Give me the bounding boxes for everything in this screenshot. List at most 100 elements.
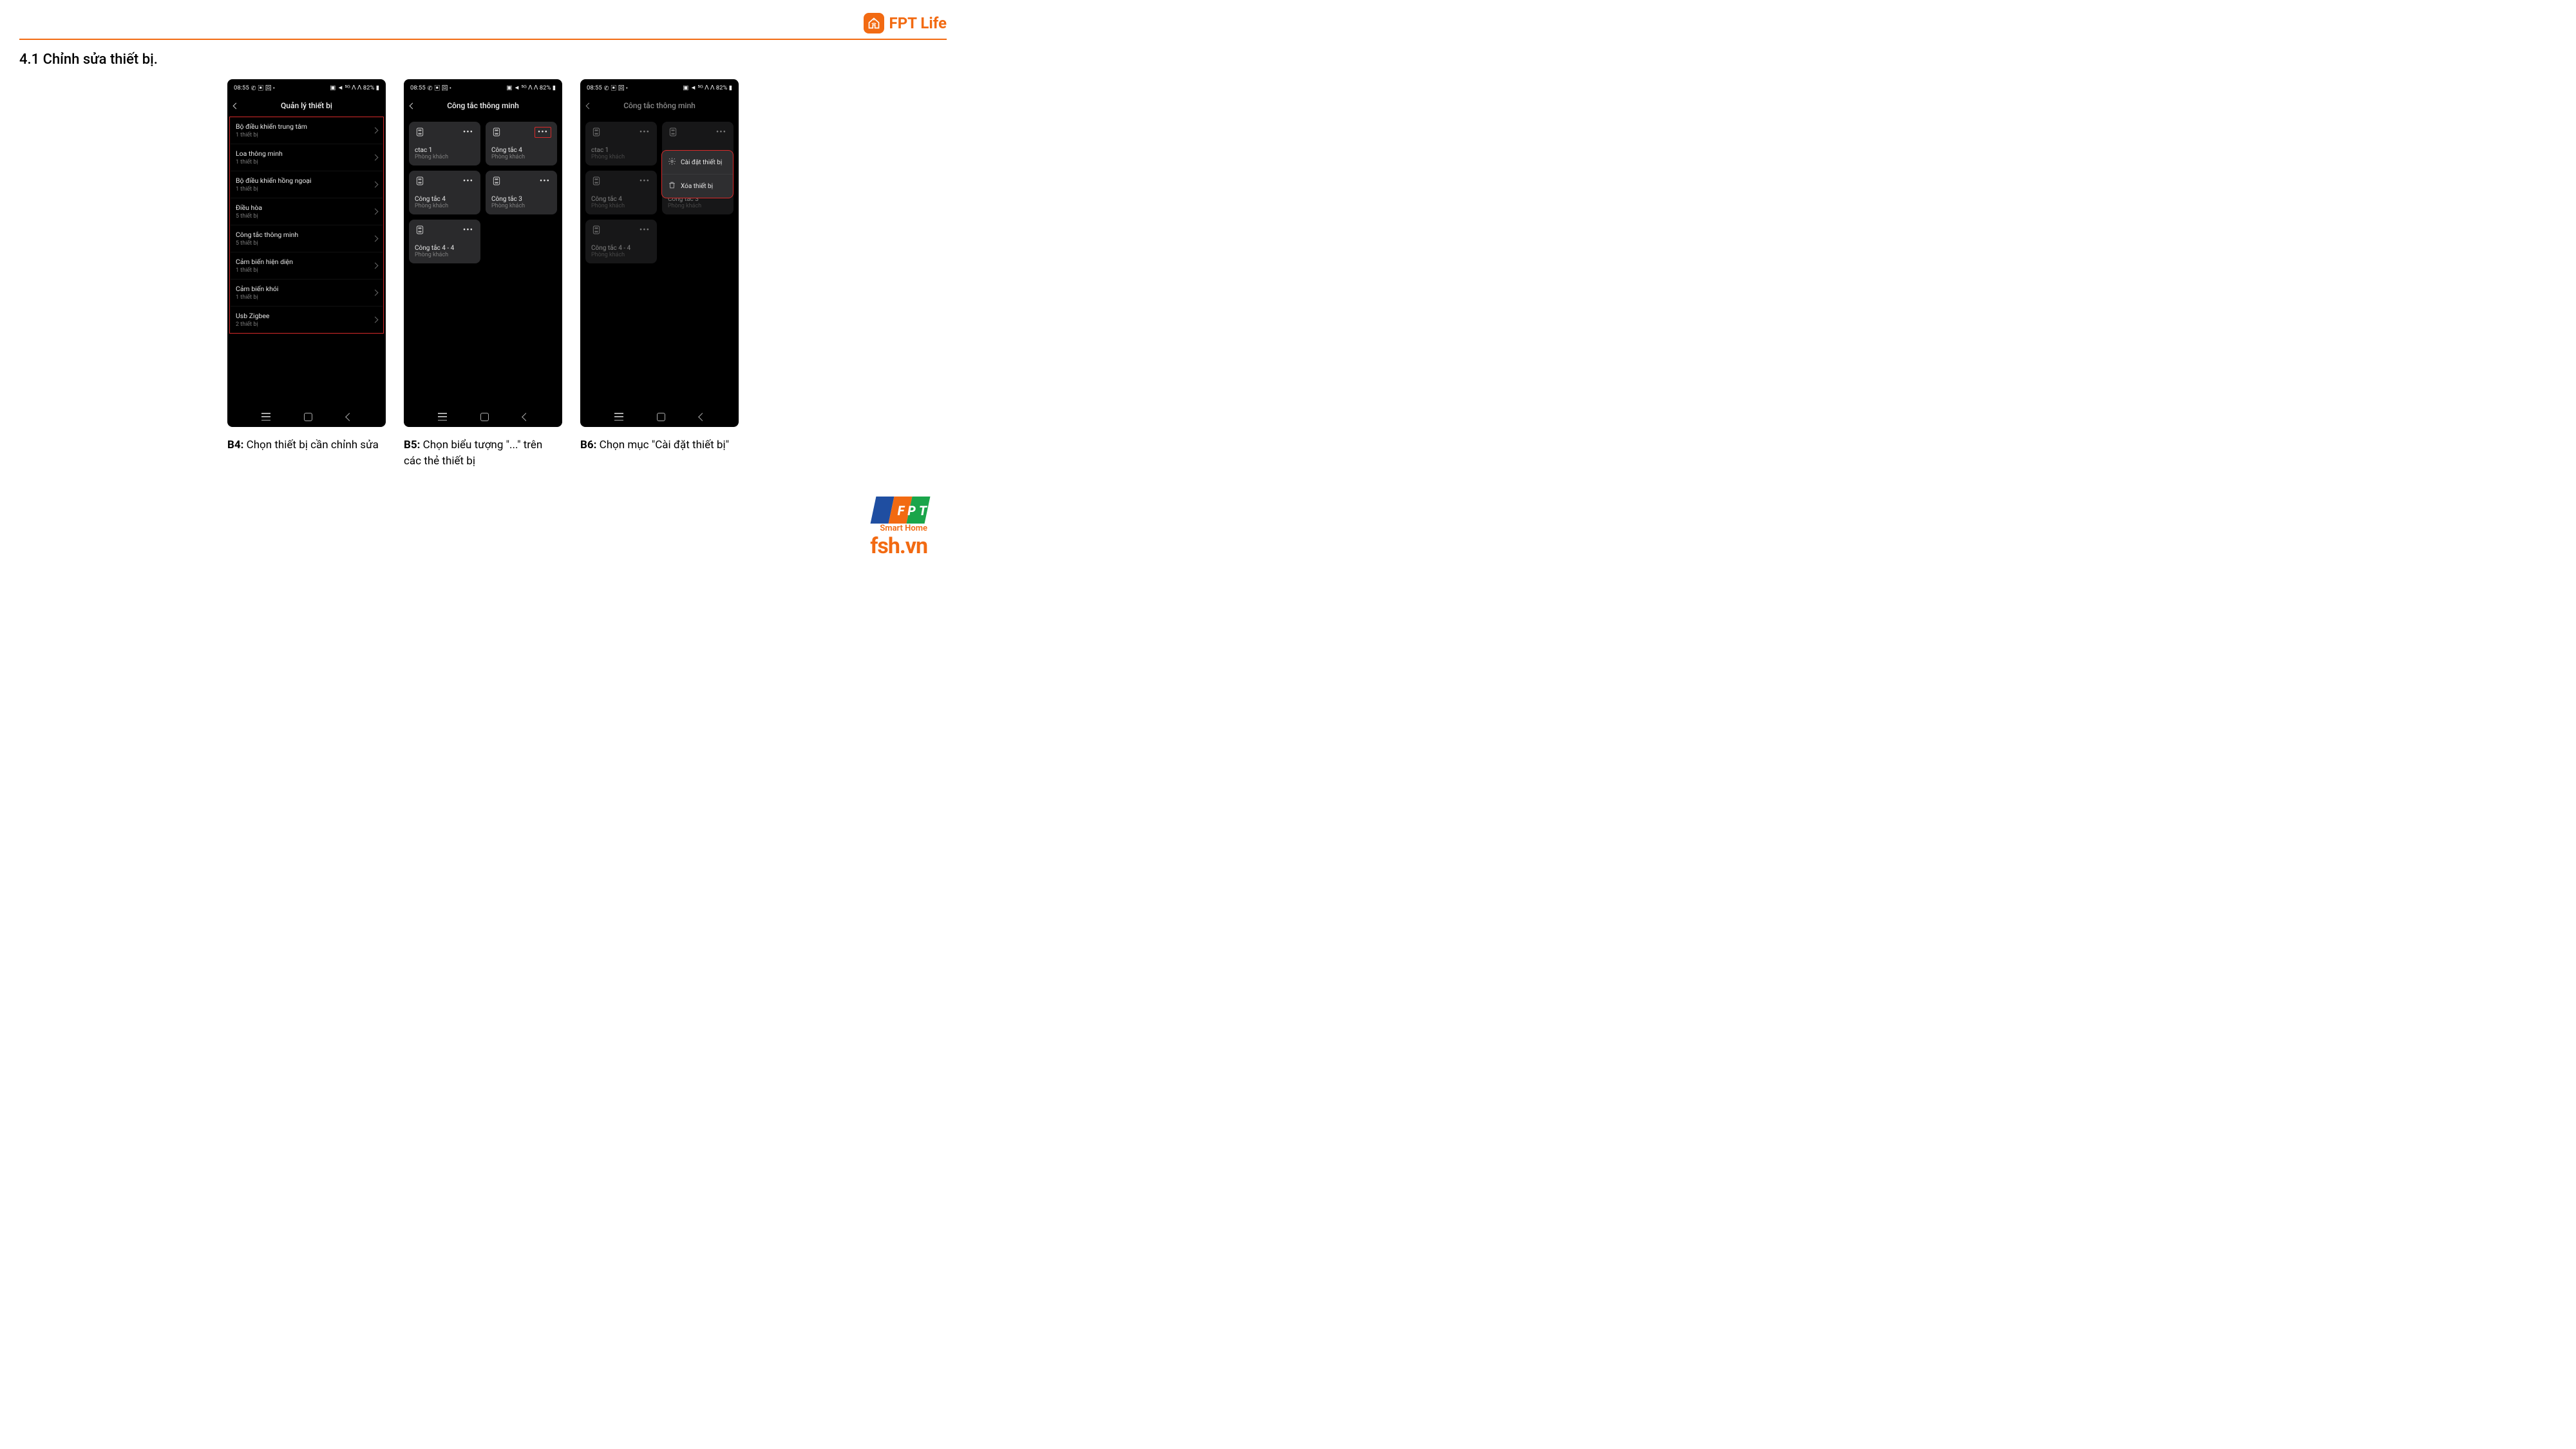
context-menu: Cài đặt thiết bị Xóa thiết bị [661,150,734,198]
menu-item-settings[interactable]: Cài đặt thiết bị [662,151,733,175]
device-card[interactable]: ••• Công tắc 4 - 4Phòng khách [409,220,480,263]
list-item[interactable]: Điều hòa5 thiết bị [231,198,383,225]
status-time: 08:55 [410,84,426,91]
card-room: Phòng khách [591,252,651,258]
menu-item-label: Xóa thiết bị [681,183,713,190]
nav-recent-button[interactable] [438,413,447,421]
device-card[interactable]: ••• Công tắc 4Phòng khách [409,171,480,214]
chevron-right-icon [372,182,379,188]
phone-screen-1: 08:55✆ ▣ 回 • ▣ ◄ ⁵ᴳ ᐱ ᐱ 82% ▮ Quản lý th… [227,79,386,427]
card-more-button[interactable]: ••• [459,225,475,234]
switch-icon [415,127,425,137]
device-name: Điều hòa [236,204,262,212]
nav-home-button[interactable] [304,413,312,421]
nav-back-button[interactable] [345,413,354,421]
device-card[interactable]: ••• Công tắc 4Phòng khách [486,122,557,166]
caption-prefix: B4: [227,439,243,451]
device-count: 1 thiết bị [236,294,278,301]
back-button[interactable] [587,100,591,111]
nav-back-button[interactable] [522,413,530,421]
device-card[interactable]: ••• Công tắc 4 - 4Phòng khách [585,220,657,263]
device-card[interactable]: ••• ctac 1Phòng khách [585,122,657,166]
chevron-right-icon [372,155,379,161]
list-item[interactable]: Công tắc thông minh5 thiết bị [231,225,383,252]
switch-icon [591,176,601,186]
card-more-button[interactable]: ••• [636,176,651,185]
back-button[interactable] [410,100,415,111]
card-name: ctac 1 [591,147,651,154]
section-title: 4.1 Chỉnh sửa thiết bị. [19,52,947,68]
footer-logo: FPT Smart Home fsh.vn [870,497,927,559]
switch-icon [591,225,601,235]
screen-title: Quản lý thiết bị [281,101,332,110]
device-card[interactable]: ••• Công tắc 4Phòng khách [585,171,657,214]
android-nav-bar [580,406,739,427]
chevron-right-icon [372,128,379,134]
nav-home-button[interactable] [480,413,489,421]
list-item[interactable]: Cảm biến khói1 thiết bị [231,279,383,307]
card-more-button[interactable]: ••• [636,127,651,137]
device-name: Bộ điều khiển trung tâm [236,122,307,131]
card-room: Phòng khách [668,203,728,209]
screens-row: 08:55✆ ▣ 回 • ▣ ◄ ⁵ᴳ ᐱ ᐱ 82% ▮ Quản lý th… [19,79,947,475]
nav-home-button[interactable] [657,413,665,421]
list-item[interactable]: Usb Zigbee2 thiết bị [231,307,383,333]
device-card[interactable]: ••• Công tắc 3Phòng khách [486,171,557,214]
card-name: Công tắc 3 [491,196,551,203]
chevron-right-icon [372,290,379,296]
footer-url: fsh.vn [870,533,927,559]
device-count: 5 thiết bị [236,240,298,247]
brand-name: FPT Life [889,14,947,32]
screen-column-3: 08:55✆ ▣ 回 • ▣ ◄ ⁵ᴳ ᐱ ᐱ 82% ▮ Công tắc t… [580,79,739,469]
card-more-button[interactable]: ••• [536,176,551,185]
back-button[interactable] [234,100,238,111]
card-more-button[interactable]: ••• [712,127,728,137]
phone-body: ••• ctac 1Phòng khách ••• Công tắc 4Phòn… [404,117,562,406]
device-category-list: Bộ điều khiển trung tâm1 thiết bị Loa th… [229,117,384,334]
house-icon [864,13,884,33]
status-bar: 08:55✆ ▣ 回 • ▣ ◄ ⁵ᴳ ᐱ ᐱ 82% ▮ [580,79,739,95]
brand-header: FPT Life [19,13,947,39]
nav-recent-button[interactable] [614,413,623,421]
device-count: 1 thiết bị [236,159,283,166]
status-bar: 08:55✆ ▣ 回 • ▣ ◄ ⁵ᴳ ᐱ ᐱ 82% ▮ [227,79,386,95]
status-left-icons: ✆ ▣ 回 • [604,83,628,92]
fpt-letters: FPT [873,503,930,518]
card-more-button[interactable]: ••• [535,127,551,138]
card-room: Phòng khách [591,203,651,209]
switch-icon [491,127,502,137]
caption-b5: B5: Chọn biểu tượng "..." trên các thẻ t… [404,437,558,469]
list-item[interactable]: Loa thông minh1 thiết bị [231,144,383,171]
status-time: 08:55 [587,84,602,91]
device-card[interactable]: ••• ctac 1Phòng khách [409,122,480,166]
nav-recent-button[interactable] [261,413,270,421]
android-nav-bar [404,406,562,427]
device-count: 5 thiết bị [236,213,262,220]
switch-icon [415,176,425,186]
nav-back-button[interactable] [698,413,706,421]
list-item[interactable]: Bộ điều khiển hồng ngoại1 thiết bị [231,171,383,198]
device-name: Loa thông minh [236,149,283,158]
screen-column-2: 08:55✆ ▣ 回 • ▣ ◄ ⁵ᴳ ᐱ ᐱ 82% ▮ Công tắc t… [404,79,562,469]
chevron-right-icon [372,209,379,215]
device-name: Usb Zigbee [236,312,270,320]
card-more-button[interactable]: ••• [636,225,651,234]
android-nav-bar [227,406,386,427]
caption-b6: B6: Chọn mục "Cài đặt thiết bị" [580,437,735,453]
status-time: 08:55 [234,84,249,91]
status-right: ▣ ◄ ⁵ᴳ ᐱ ᐱ 82% ▮ [506,83,556,92]
card-room: Phòng khách [415,154,475,160]
menu-item-delete[interactable]: Xóa thiết bị [662,175,733,198]
list-item[interactable]: Bộ điều khiển trung tâm1 thiết bị [231,117,383,144]
status-bar: 08:55✆ ▣ 回 • ▣ ◄ ⁵ᴳ ᐱ ᐱ 82% ▮ [404,79,562,95]
card-more-button[interactable]: ••• [459,176,475,185]
caption-text: Chọn thiết bị cần chỉnh sửa [243,439,378,451]
caption-text: Chọn biểu tượng "..." trên các thẻ thiết… [404,439,542,468]
brand-logo: FPT Life [864,13,947,33]
list-item[interactable]: Cảm biến hiện diện1 thiết bị [231,252,383,279]
card-more-button[interactable]: ••• [459,127,475,137]
card-room: Phòng khách [491,203,551,209]
screen-column-1: 08:55✆ ▣ 回 • ▣ ◄ ⁵ᴳ ᐱ ᐱ 82% ▮ Quản lý th… [227,79,386,469]
card-name: Công tắc 4 [491,147,551,154]
caption-prefix: B5: [404,439,420,451]
